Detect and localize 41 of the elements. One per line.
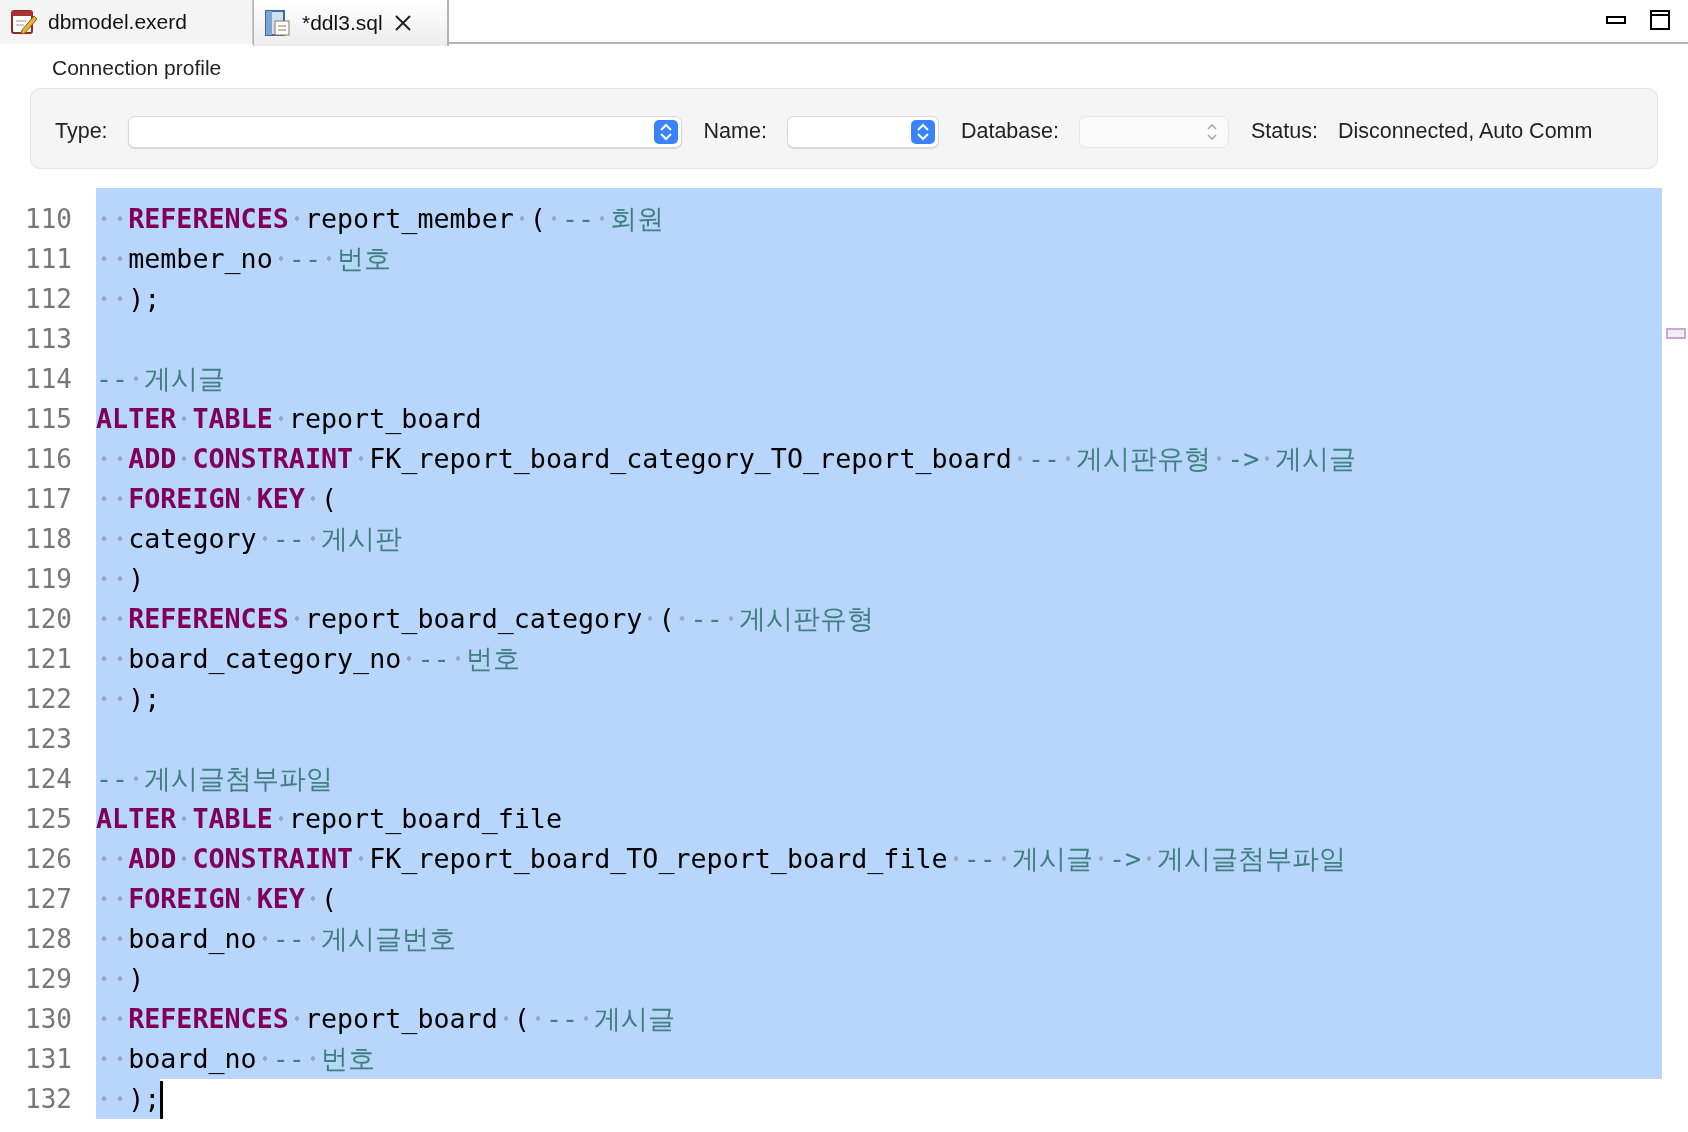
line-number: 124	[24, 763, 73, 796]
editor-tab[interactable]: *ddl3.sql	[253, 0, 449, 46]
line-number: 129	[24, 963, 73, 996]
line-number: 118	[24, 523, 73, 556]
document-icon	[264, 9, 292, 37]
line-number: 126	[24, 843, 73, 876]
dropdown[interactable]	[127, 115, 682, 148]
section-title: Connection profile	[51, 55, 223, 80]
status-value: Disconnected, Auto Comm	[1337, 119, 1593, 144]
line-number: 113	[24, 323, 73, 356]
overview-marker	[1666, 328, 1686, 339]
line-number: 121	[24, 643, 73, 676]
line-number: 123	[24, 723, 73, 756]
line-number: 110	[24, 203, 73, 236]
line-number: 120	[24, 603, 73, 636]
line-number: 116	[24, 443, 73, 476]
editor-tab[interactable]: dbmodel.exerd	[0, 0, 253, 44]
close-icon[interactable]	[392, 13, 413, 33]
stepper-icon	[910, 119, 935, 144]
line-number: 111	[24, 243, 73, 276]
line-number: 114	[24, 363, 73, 396]
minimize-icon[interactable]	[1606, 14, 1626, 26]
maximize-icon[interactable]	[1650, 10, 1670, 30]
line-number: 128	[24, 923, 73, 956]
field-label: Name:	[703, 119, 767, 144]
field-label: Status:	[1250, 119, 1318, 144]
line-number: 131	[24, 1043, 73, 1076]
line-number: 112	[24, 283, 73, 316]
line-number: 117	[24, 483, 73, 516]
stepper-icon	[653, 119, 678, 144]
notepad-pencil-icon	[10, 8, 38, 36]
dropdown[interactable]	[786, 115, 939, 148]
line-number: 130	[24, 1003, 73, 1036]
line-number: 119	[24, 563, 73, 596]
line-number: 115	[24, 403, 73, 436]
field-label: Type:	[55, 119, 108, 144]
field-label: Database:	[960, 119, 1059, 144]
line-number: 125	[24, 803, 73, 836]
line-number: 127	[24, 883, 73, 916]
line-number: 132	[24, 1083, 73, 1116]
line-number: 122	[24, 683, 73, 716]
